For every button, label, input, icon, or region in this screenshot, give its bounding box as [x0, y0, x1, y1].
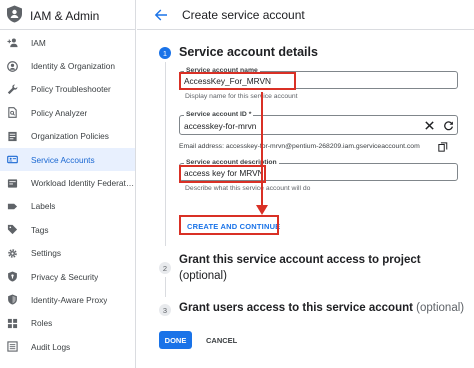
sidebar-item-settings[interactable]: Settings	[0, 242, 135, 265]
service-account-icon	[7, 154, 18, 165]
refresh-icon[interactable]	[443, 120, 454, 131]
done-button[interactable]: DONE	[159, 331, 192, 349]
cancel-button[interactable]: CANCEL	[206, 336, 237, 345]
step-3-optional: (optional)	[416, 302, 465, 314]
step-3-indicator: 3	[159, 304, 171, 316]
sidebar-item-label: Tags	[31, 224, 49, 235]
step-3-title-text: Grant users access to this service accou…	[179, 302, 413, 314]
sidebar-item-label: Privacy & Security	[31, 271, 99, 282]
sidebar: IAM & Admin IAM Identity & Organization …	[0, 0, 136, 368]
sidebar-item-audit-logs[interactable]: Audit Logs	[0, 335, 135, 358]
copy-icon[interactable]	[438, 142, 448, 152]
service-account-id-input[interactable]	[184, 120, 404, 131]
sidebar-item-label: Service Accounts	[31, 154, 95, 165]
wrench-icon	[7, 84, 18, 95]
workload-identity-icon	[7, 178, 18, 189]
service-account-description-hint: Describe what this service account will …	[185, 185, 311, 192]
step-1-title: Service account details	[179, 45, 318, 59]
sidebar-header: IAM & Admin	[0, 0, 136, 30]
gear-icon	[7, 248, 18, 259]
service-account-name-hint: Display name for this service account	[185, 93, 298, 100]
person-add-icon	[7, 37, 18, 48]
proxy-icon	[7, 294, 18, 306]
step-3-title: Grant users access to this service accou…	[179, 302, 464, 314]
sidebar-item-policy-analyzer[interactable]: Policy Analyzer	[0, 101, 135, 124]
tag-icon	[7, 224, 18, 235]
label-icon	[7, 201, 18, 212]
sidebar-item-labels[interactable]: Labels	[0, 195, 135, 218]
sidebar-item-identity-aware-proxy[interactable]: Identity-Aware Proxy	[0, 288, 135, 311]
sidebar-item-label: Labels	[31, 201, 56, 212]
service-account-name-field[interactable]: Service account name	[179, 67, 458, 89]
step-2-title: Grant this service account access to pro…	[179, 254, 421, 266]
step-2-optional: (optional)	[179, 270, 227, 282]
account-circle-icon	[7, 60, 18, 72]
sidebar-item-identity-organization[interactable]: Identity & Organization	[0, 54, 135, 77]
sidebar-item-label: Identity & Organization	[31, 61, 115, 72]
sidebar-item-policy-troubleshooter[interactable]: Policy Troubleshooter	[0, 78, 135, 101]
page-header: Create service account	[137, 0, 474, 30]
step-number: 2	[162, 263, 168, 273]
sidebar-item-organization-policies[interactable]: Organization Policies	[0, 125, 135, 148]
list-document-icon	[7, 131, 18, 142]
field-label: Service account description	[184, 159, 279, 166]
service-account-description-field[interactable]: Service account description	[179, 159, 458, 181]
sidebar-item-label: Organization Policies	[31, 131, 109, 142]
service-account-description-input[interactable]	[184, 167, 444, 178]
sidebar-item-privacy-security[interactable]: Privacy & Security	[0, 265, 135, 288]
sidebar-item-label: Policy Analyzer	[31, 107, 88, 118]
field-label: Service account name	[184, 67, 260, 74]
shield-icon	[7, 271, 18, 282]
sidebar-item-label: Policy Troubleshooter	[31, 84, 111, 95]
service-account-email: Email address: accesskey-for-mrvn@pentiu…	[179, 143, 420, 150]
sidebar-item-label: Workload Identity Federat…	[31, 178, 135, 189]
clear-icon[interactable]	[424, 120, 435, 131]
sidebar-item-label: IAM	[31, 37, 46, 48]
audit-logs-icon	[7, 341, 18, 352]
create-and-continue-button[interactable]: CREATE AND CONTINUE	[187, 222, 280, 231]
sidebar-nav: IAM Identity & Organization Policy Troub…	[0, 31, 135, 358]
sidebar-item-label: Settings	[31, 248, 61, 259]
step-1-indicator: 1	[159, 47, 171, 59]
step-connector-line	[165, 277, 166, 297]
step-2-indicator: 2	[159, 262, 171, 274]
sidebar-item-label: Roles	[31, 318, 53, 329]
done-button-label: DONE	[164, 335, 187, 345]
service-account-name-input[interactable]	[184, 75, 444, 86]
policy-document-icon	[7, 107, 18, 119]
sidebar-item-roles[interactable]: Roles	[0, 312, 135, 335]
back-arrow-icon[interactable]	[154, 8, 168, 22]
sidebar-item-tags[interactable]: Tags	[0, 218, 135, 241]
step-number: 3	[162, 305, 168, 315]
sidebar-item-service-accounts[interactable]: Service Accounts	[0, 147, 135, 172]
step-number: 1	[162, 48, 168, 58]
iam-shield-logo-icon	[7, 5, 22, 23]
sidebar-item-iam[interactable]: IAM	[0, 31, 135, 54]
roles-icon	[7, 318, 18, 329]
service-account-id-field[interactable]: Service account ID *	[179, 111, 458, 135]
sidebar-item-workload-identity-federation[interactable]: Workload Identity Federat…	[0, 171, 135, 194]
sidebar-title: IAM & Admin	[30, 9, 100, 23]
page-title: Create service account	[182, 8, 305, 22]
field-label: Service account ID *	[184, 111, 254, 118]
sidebar-item-label: Audit Logs	[31, 341, 71, 352]
step-connector-line	[165, 62, 166, 246]
sidebar-item-label: Identity-Aware Proxy	[31, 294, 108, 305]
